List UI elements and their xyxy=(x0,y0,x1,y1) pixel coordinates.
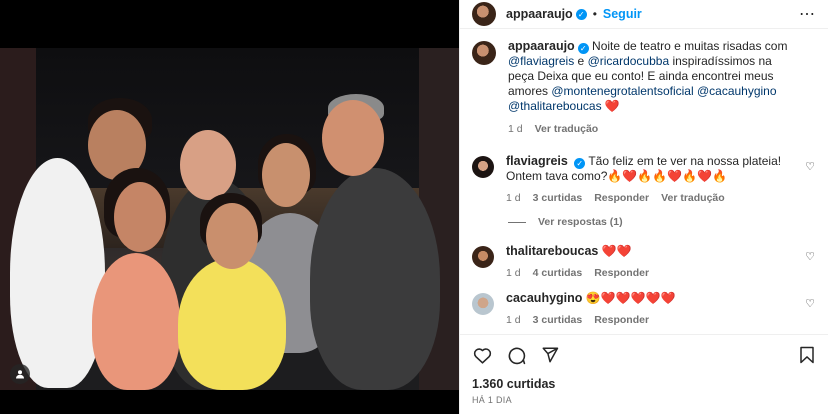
view-replies-label: Ver respostas (1) xyxy=(538,216,623,228)
post-sidebar: appaaraujo ✓ • Seguir ⋯ appaaraujo ✓ Noit… xyxy=(459,0,828,414)
mention-thalitareboucas[interactable]: @thalitareboucas xyxy=(508,99,602,113)
author-username[interactable]: appaaraujo xyxy=(506,7,573,21)
instagram-post: appaaraujo ✓ • Seguir ⋯ appaaraujo ✓ Noit… xyxy=(0,0,828,414)
heart-emoji: ❤️ xyxy=(604,99,620,113)
view-replies-button[interactable]: Ver respostas (1) xyxy=(508,216,817,228)
comment-text: ❤️❤️ xyxy=(601,244,632,258)
commenter-username[interactable]: thalitareboucas xyxy=(506,244,598,258)
caption: appaaraujo ✓ Noite de teatro e muitas ris… xyxy=(472,39,817,137)
commenter-avatar[interactable] xyxy=(472,293,494,315)
comment-like-icon[interactable]: ♡ xyxy=(805,297,815,310)
comment-item: flaviagreis ✓ Tão feliz em te ver na nos… xyxy=(472,154,817,206)
author-avatar[interactable] xyxy=(472,2,496,26)
commenter-avatar[interactable] xyxy=(472,246,494,268)
mention-montenegrotalentsoficial[interactable]: @montenegrotalentsoficial xyxy=(551,84,693,98)
commenter-avatar[interactable] xyxy=(472,156,494,178)
verified-badge-icon: ✓ xyxy=(574,158,586,169)
separator-dot: • xyxy=(592,7,597,21)
heart-icon[interactable] xyxy=(472,345,492,365)
bookmark-icon[interactable] xyxy=(797,345,817,365)
reply-button[interactable]: Responder xyxy=(594,191,649,206)
verified-badge-icon: ✓ xyxy=(575,8,587,20)
translate-button[interactable]: Ver tradução xyxy=(661,191,725,206)
post-timestamp[interactable]: HÁ 1 DIA xyxy=(472,395,817,405)
reply-button[interactable]: Responder xyxy=(594,313,649,328)
post-media[interactable] xyxy=(0,0,459,414)
comment-like-icon[interactable]: ♡ xyxy=(805,250,815,263)
comment-item: thalitareboucas ❤️❤️ 1 d 4 curtidas Resp… xyxy=(472,244,817,281)
comment-likes[interactable]: 3 curtidas xyxy=(533,313,583,328)
comment-text: 😍❤️❤️❤️❤️❤️ xyxy=(585,291,676,305)
comment-age[interactable]: 1 d xyxy=(506,266,521,281)
comments-list[interactable]: appaaraujo ✓ Noite de teatro e muitas ris… xyxy=(460,29,828,334)
caption-age[interactable]: 1 d xyxy=(508,122,523,137)
tagged-users-icon[interactable] xyxy=(10,364,30,384)
post-actions: 1.360 curtidas HÁ 1 DIA xyxy=(460,334,828,414)
caption-username[interactable]: appaaraujo xyxy=(508,39,575,53)
comment-age[interactable]: 1 d xyxy=(506,191,521,206)
mention-cacauhygino[interactable]: @cacauhygino xyxy=(697,84,777,98)
reply-button[interactable]: Responder xyxy=(594,266,649,281)
commenter-username[interactable]: cacauhygino xyxy=(506,291,582,305)
verified-badge-icon: ✓ xyxy=(577,43,589,54)
caption-text: Noite de teatro e muitas risadas com xyxy=(592,39,788,53)
mention-flaviagreis[interactable]: @flaviagreis xyxy=(508,54,574,68)
comment-likes[interactable]: 3 curtidas xyxy=(533,191,583,206)
comment-likes[interactable]: 4 curtidas xyxy=(533,266,583,281)
follow-button[interactable]: Seguir xyxy=(603,7,642,21)
more-options-icon[interactable]: ⋯ xyxy=(799,4,816,24)
post-header: appaaraujo ✓ • Seguir ⋯ xyxy=(460,0,828,29)
comment-icon[interactable] xyxy=(506,345,526,365)
comment-like-icon[interactable]: ♡ xyxy=(805,160,815,173)
like-count[interactable]: 1.360 curtidas xyxy=(472,377,817,391)
comment-item: cacauhygino 😍❤️❤️❤️❤️❤️ 1 d 3 curtidas R… xyxy=(472,291,817,328)
mention-ricardocubba[interactable]: @ricardocubba xyxy=(588,54,670,68)
share-icon[interactable] xyxy=(540,345,560,365)
post-photo xyxy=(0,48,459,390)
comment-age[interactable]: 1 d xyxy=(506,313,521,328)
caption-avatar[interactable] xyxy=(472,41,496,65)
commenter-username[interactable]: flaviagreis xyxy=(506,154,568,168)
translate-button[interactable]: Ver tradução xyxy=(535,122,599,137)
